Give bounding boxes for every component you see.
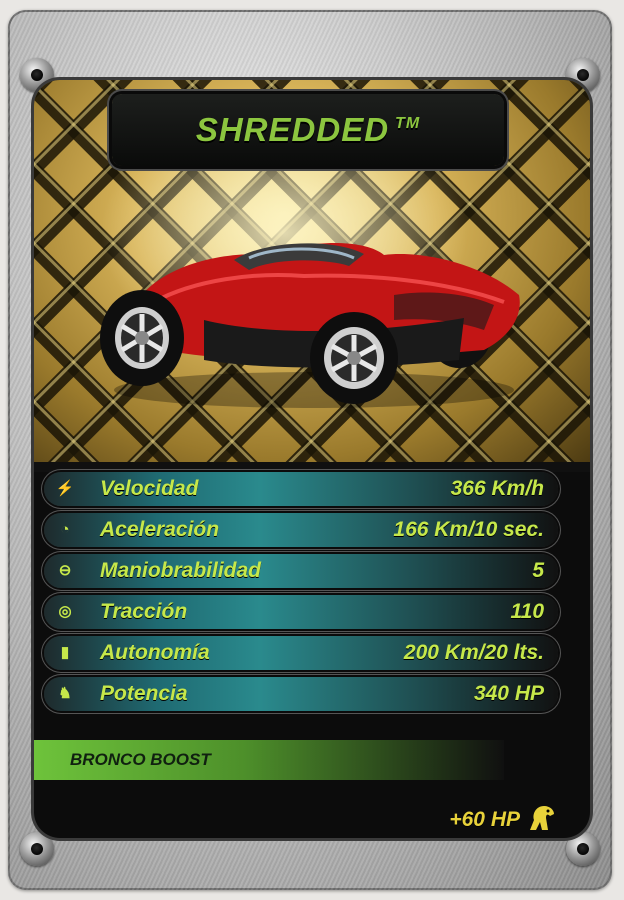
- bonus-value: +60 HP: [449, 808, 520, 831]
- rivet-icon: [566, 832, 600, 866]
- stat-label: Velocidad: [100, 477, 199, 500]
- lightning-icon: ⚡: [55, 480, 75, 497]
- bonus-bar: BRONCO BOOST: [34, 740, 504, 780]
- steering-wheel-icon: ⊖: [58, 562, 72, 579]
- stat-value: 5: [532, 559, 544, 582]
- stat-row-potencia: ♞ Potencia 340 HP: [44, 677, 558, 711]
- divider: [34, 462, 590, 472]
- stat-value: 200 Km/20 lts.: [403, 641, 544, 664]
- tire-icon: ◎: [58, 603, 72, 620]
- card-title: SHREDDED TM: [112, 94, 504, 166]
- card-title-text: SHREDDED: [195, 111, 390, 148]
- stat-value: 110: [510, 600, 544, 623]
- bonus-name: BRONCO BOOST: [70, 750, 211, 769]
- horse-icon: ♞: [58, 685, 72, 702]
- trading-card: SHREDDED TM ⚡ Velocidad 366 Km/h ◔ Acele…: [8, 10, 612, 890]
- stat-label: Maniobrabilidad: [100, 559, 262, 582]
- car-illustration: [100, 242, 520, 408]
- stat-label: Tracción: [100, 600, 188, 623]
- stat-value: 366 Km/h: [450, 477, 544, 500]
- gauge-icon: ◔: [60, 521, 70, 538]
- stat-label: Autonomía: [100, 641, 210, 664]
- stat-row-aceleracion: ◔ Aceleración 166 Km/10 sec.: [44, 513, 558, 547]
- car-image-panel: SHREDDED TM: [34, 80, 590, 462]
- stat-row-autonomia: ▮ Autonomía 200 Km/20 lts.: [44, 636, 558, 670]
- stat-row-traccion: ◎ Tracción 110: [44, 595, 558, 629]
- rivet-icon: [20, 832, 54, 866]
- card-title-box: SHREDDED TM: [112, 94, 504, 166]
- stat-value: 166 Km/10 sec.: [393, 518, 544, 541]
- trademark-mark: TM: [395, 115, 421, 132]
- stat-label: Aceleración: [100, 518, 220, 541]
- card-inner-panel: SHREDDED TM ⚡ Velocidad 366 Km/h ◔ Acele…: [34, 80, 590, 838]
- stat-row-velocidad: ⚡ Velocidad 366 Km/h: [44, 472, 558, 506]
- horse-icon: [530, 806, 554, 830]
- stat-row-maniobrabilidad: ⊖ Maniobrabilidad 5: [44, 554, 558, 588]
- stat-value: 340 HP: [473, 682, 544, 705]
- fuel-can-icon: ▮: [60, 644, 70, 661]
- stat-label: Potencia: [100, 682, 188, 705]
